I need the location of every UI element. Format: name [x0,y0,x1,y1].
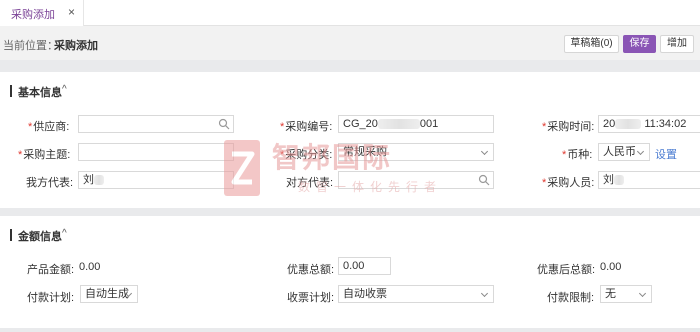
search-icon[interactable] [218,118,230,130]
tab-label: 采购添加 [11,9,55,21]
supplier-label: *供应商: [28,121,70,133]
purchase-time-input[interactable]: 20 11:34:02 [598,115,700,133]
currency-label: *币种: [562,149,593,161]
redacted-text [377,119,420,130]
redacted-text [614,175,624,186]
breadcrumb-prefix: 当前位置： [3,40,58,52]
draft-box-button[interactable]: 草稿箱(0) [564,35,619,53]
subject-label: *采购主题: [18,149,71,161]
amount-info-panel: 金额信息 ^ 产品金额: 0.00 优惠总额: 0.00 优惠后总额: 0.00… [0,216,700,328]
category-select[interactable]: 常规采购 [338,143,494,161]
collapse-caret-icon[interactable]: ^ [62,228,67,239]
tab-bar: 采购添加 × [0,0,700,26]
receipt-plan-select[interactable]: 自动收票 [338,285,494,303]
category-label: *采购分类: [280,149,333,161]
search-icon[interactable] [478,174,490,186]
section-title: 基本信息 [18,87,62,99]
discount-total-input[interactable]: 0.00 [338,257,391,275]
currency-select[interactable]: 人民币 [598,143,650,161]
supplier-input[interactable] [78,115,234,133]
redacted-text [615,119,642,130]
page-title: 采购添加 [54,40,98,52]
payment-plan-select[interactable]: 自动生成 [80,285,138,303]
payment-limit-select[interactable]: 无 [600,285,652,303]
receipt-plan-label: 收票计划: [287,292,335,304]
their-rep-input[interactable] [338,171,494,189]
product-amount-value: 0.00 [79,261,101,273]
close-icon[interactable]: × [68,5,75,19]
our-rep-label: 我方代表: [26,177,74,189]
section-title: 金额信息 [18,231,62,243]
discount-total-label: 优惠总额: [287,264,335,276]
currency-settings-link[interactable]: 设置 [655,146,677,162]
after-discount-label: 优惠后总额: [537,264,596,276]
payment-limit-label: 付款限制: [547,292,595,304]
tab-purchase-add[interactable]: 采购添加 × [0,0,84,26]
purchase-time-label: *采购时间: [542,121,595,133]
save-button[interactable]: 保存 [623,35,656,53]
purchaser-input[interactable]: 刘 [598,171,700,189]
purchase-no-label: *采购编号: [280,121,333,133]
their-rep-label: 对方代表: [286,177,334,189]
our-rep-input[interactable]: 刘 [78,171,234,189]
after-discount-value: 0.00 [600,261,622,273]
subject-input[interactable] [78,143,234,161]
add-button[interactable]: 增加 [660,35,694,53]
collapse-caret-icon[interactable]: ^ [62,84,67,95]
product-amount-label: 产品金额: [27,264,75,276]
redacted-text [94,175,104,186]
basic-info-panel: 基本信息 ^ *供应商: *采购编号: CG_20 001 *采购时间: 20 1… [0,72,700,208]
purchase-no-input[interactable]: CG_20 001 [338,115,494,133]
section-marker [10,85,12,97]
payment-plan-label: 付款计划: [27,292,75,304]
purchaser-label: *采购人员: [542,177,595,189]
section-marker [10,229,12,241]
